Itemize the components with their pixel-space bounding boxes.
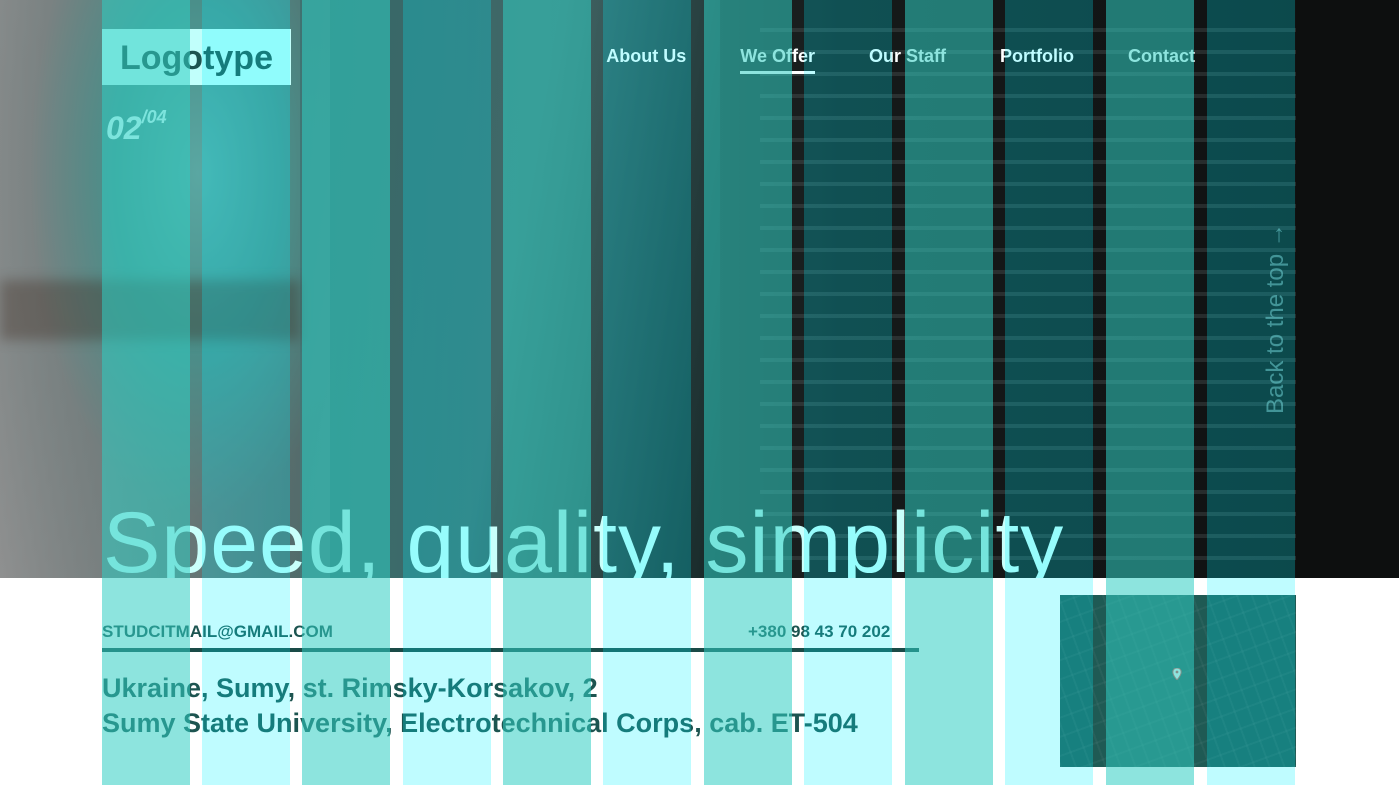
nav-about-us[interactable]: About Us [606,46,686,74]
address-line-2: Sumy State University, Electrotechnical … [102,708,858,738]
contact-phone[interactable]: +380 98 43 70 202 [748,622,890,642]
hero-photo-detail [0,280,300,340]
main-nav: About Us We Offer Our Staff Portfolio Co… [552,46,1195,74]
logo[interactable]: Logotype [102,29,291,85]
hero-dark-edge [1296,0,1399,578]
footer-divider [102,648,919,652]
back-to-top-link[interactable]: Back to the top → [1262,223,1290,414]
nav-we-offer[interactable]: We Offer [740,46,815,74]
slide-counter-current: 02 [106,110,142,146]
nav-our-staff[interactable]: Our Staff [869,46,946,74]
hero-background: Speed, quality, simplicity [0,0,1399,578]
slide-counter-total: /04 [141,107,167,128]
nav-contact[interactable]: Contact [1128,46,1195,74]
location-map[interactable] [1060,595,1296,767]
slide-counter: 02/04 [106,107,167,147]
hero-title: Speed, quality, simplicity [103,495,1065,578]
map-pin-icon [1172,667,1182,681]
nav-portfolio[interactable]: Portfolio [1000,46,1074,74]
address-line-1: Ukraine, Sumy, st. Rimsky-Korsakov, 2 [102,673,598,703]
contact-email[interactable]: STUDCITMAIL@GMAIL.COM [102,622,333,642]
